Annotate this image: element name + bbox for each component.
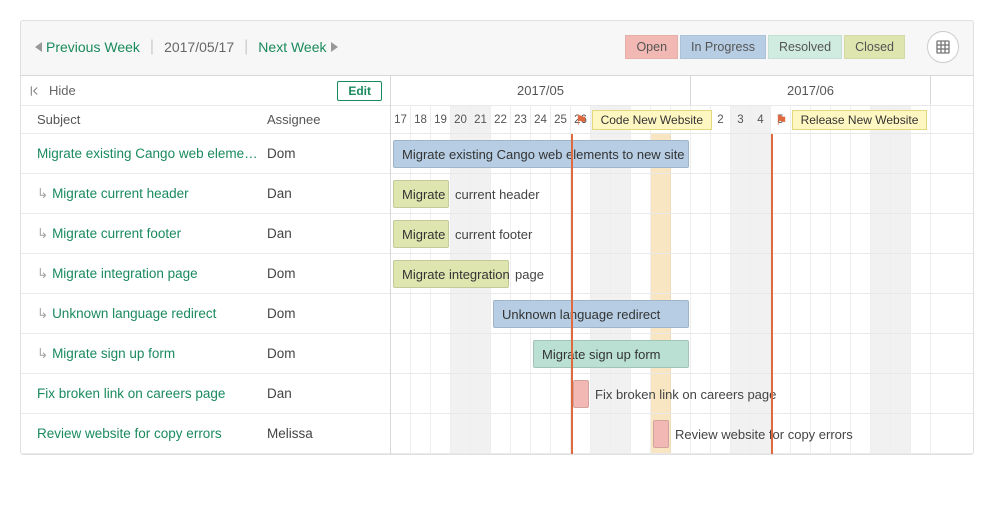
table-row: Migrate sign up formDom [21, 334, 390, 374]
task-subject-link[interactable]: Migrate current header [21, 186, 261, 202]
task-assignee: Dom [261, 266, 390, 281]
next-week-link[interactable]: Next Week [258, 39, 337, 55]
task-assignee: Dom [261, 346, 390, 361]
month-header: 2017/06 [691, 76, 931, 105]
status-legend: Open In Progress Resolved Closed [625, 35, 905, 59]
legend-in-progress: In Progress [680, 35, 766, 59]
timeline-row: Unknown language redirect [391, 294, 973, 334]
hide-columns-button[interactable]: Hide [29, 83, 76, 98]
bar-overflow-label: current footer [455, 214, 532, 254]
gantt-bar[interactable] [653, 420, 669, 448]
table-row: Fix broken link on careers pageDan [21, 374, 390, 414]
table-row: Migrate integration pageDom [21, 254, 390, 294]
collapse-left-icon [29, 84, 43, 98]
gantt-bar[interactable]: Migrate [393, 180, 449, 208]
next-week-label: Next Week [258, 39, 326, 55]
gantt-bar[interactable]: Migrate integration [393, 260, 509, 288]
bar-overflow-label: current header [455, 174, 540, 214]
day-header: 21 [471, 106, 491, 133]
day-header: 2 [711, 106, 731, 133]
table-row: Migrate current footerDan [21, 214, 390, 254]
day-header: 4 [751, 106, 771, 133]
task-assignee: Dan [261, 386, 390, 401]
timeline: 2017/052017/06 1718192021222324252627282… [391, 76, 973, 454]
task-assignee: Dan [261, 186, 390, 201]
current-date: 2017/05/17 [164, 39, 234, 55]
timeline-row: Migratecurrent footer [391, 214, 973, 254]
timeline-row: Migrate existing Cango web elements to n… [391, 134, 973, 174]
milestone-line [771, 134, 773, 454]
gantt-panel: Previous Week | 2017/05/17 | Next Week O… [20, 20, 974, 455]
table-row: Migrate current headerDan [21, 174, 390, 214]
gantt-bar[interactable] [573, 380, 589, 408]
gantt-bar[interactable]: Migrate sign up form [533, 340, 689, 368]
milestone-marker[interactable]: ⚑Code New Website [575, 108, 712, 132]
timeline-row: Migratecurrent header [391, 174, 973, 214]
grid: Hide Edit Subject Assignee Migrate exist… [21, 75, 973, 454]
legend-closed: Closed [844, 35, 905, 59]
task-subject-link[interactable]: Fix broken link on careers page [21, 386, 261, 401]
task-subject-link[interactable]: Unknown language redirect [21, 306, 261, 322]
legend-resolved: Resolved [768, 35, 842, 59]
table-row: Review website for copy errorsMelissa [21, 414, 390, 454]
task-assignee: Dan [261, 226, 390, 241]
task-subject-link[interactable]: Review website for copy errors [21, 426, 261, 441]
day-header: 20 [451, 106, 471, 133]
separator: | [150, 38, 154, 56]
legend-open: Open [625, 35, 678, 59]
edit-button[interactable]: Edit [337, 81, 382, 101]
milestone-label: Release New Website [792, 110, 928, 130]
prev-week-link[interactable]: Previous Week [35, 39, 140, 55]
flag-icon: ⚑ [575, 112, 588, 129]
day-header: 23 [511, 106, 531, 133]
day-header: 17 [391, 106, 411, 133]
gantt-bar[interactable]: Migrate existing Cango web elements to n… [393, 140, 689, 168]
triangle-left-icon [35, 42, 42, 52]
flag-icon: ⚑ [775, 112, 788, 129]
day-header: 18 [411, 106, 431, 133]
task-subject-link[interactable]: Migrate integration page [21, 266, 261, 282]
separator: | [244, 38, 248, 56]
timeline-row: Migrate integrationpage [391, 254, 973, 294]
column-header-subject[interactable]: Subject [21, 112, 261, 127]
triangle-right-icon [331, 42, 338, 52]
timeline-row: Fix broken link on careers page [391, 374, 973, 414]
bar-overflow-label: page [515, 254, 544, 294]
timeline-row: Review website for copy errors [391, 414, 973, 454]
hide-label: Hide [49, 83, 76, 98]
day-header: 3 [731, 106, 751, 133]
column-header-assignee[interactable]: Assignee [261, 112, 390, 127]
day-header: 24 [531, 106, 551, 133]
toolbar: Previous Week | 2017/05/17 | Next Week O… [21, 21, 973, 75]
month-header: 2017/05 [391, 76, 691, 105]
gantt-bar[interactable]: Migrate [393, 220, 449, 248]
left-columns: Hide Edit Subject Assignee Migrate exist… [21, 76, 391, 454]
task-assignee: Dom [261, 146, 390, 161]
task-subject-link[interactable]: Migrate current footer [21, 226, 261, 242]
bar-overflow-label: Review website for copy errors [675, 414, 853, 454]
prev-week-label: Previous Week [46, 39, 140, 55]
settings-button[interactable] [927, 31, 959, 63]
table-row: Unknown language redirectDom [21, 294, 390, 334]
table-row: Migrate existing Cango web eleme…Dom [21, 134, 390, 174]
bar-overflow-label: Fix broken link on careers page [595, 374, 776, 414]
day-header: 19 [431, 106, 451, 133]
gantt-bar[interactable]: Unknown language redirect [493, 300, 689, 328]
milestone-label: Code New Website [592, 110, 713, 130]
task-assignee: Dom [261, 306, 390, 321]
milestone-line [571, 134, 573, 454]
task-subject-link[interactable]: Migrate existing Cango web eleme… [21, 146, 261, 161]
day-header: 25 [551, 106, 571, 133]
timeline-row: Migrate sign up form [391, 334, 973, 374]
table-icon [935, 39, 951, 55]
milestone-marker[interactable]: ⚑Release New Website [775, 108, 927, 132]
day-header: 22 [491, 106, 511, 133]
task-assignee: Melissa [261, 426, 390, 441]
task-subject-link[interactable]: Migrate sign up form [21, 346, 261, 362]
